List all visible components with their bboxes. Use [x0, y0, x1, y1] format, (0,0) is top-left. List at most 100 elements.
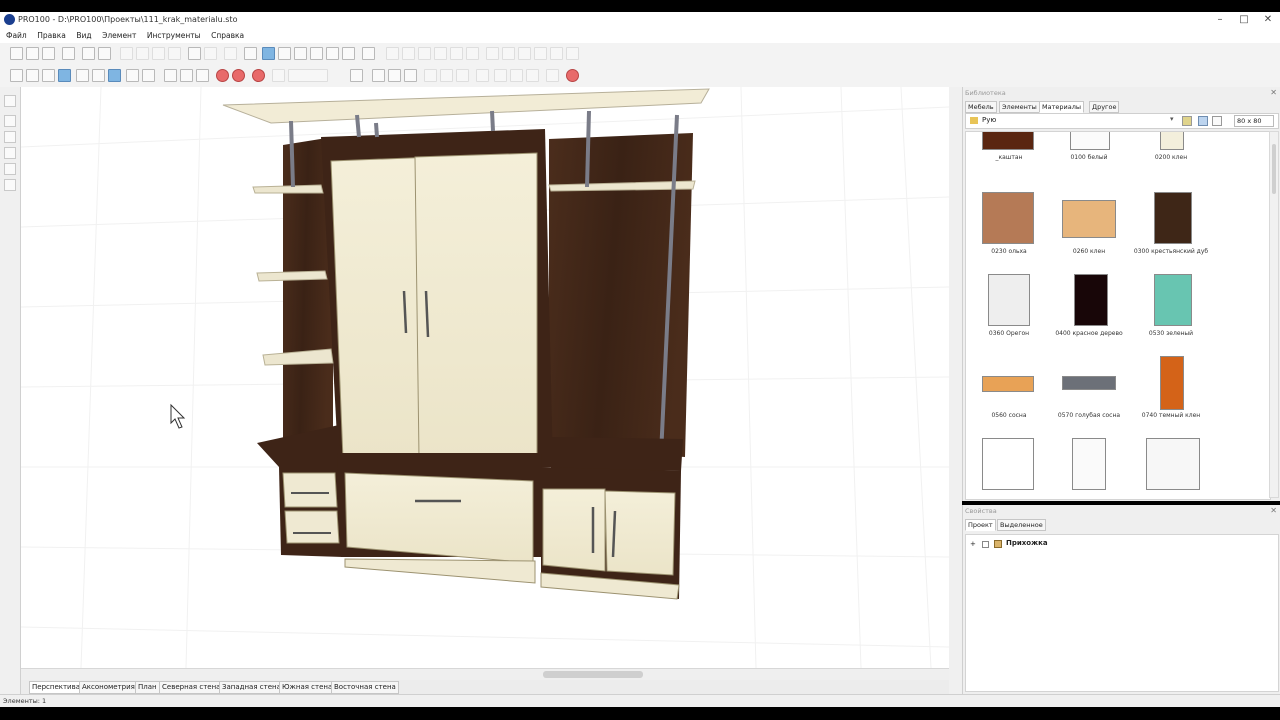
material-swatch[interactable] — [1070, 132, 1110, 150]
material-swatch[interactable] — [1072, 438, 1106, 490]
perspective-icon[interactable] — [262, 47, 275, 60]
select-tool-icon[interactable] — [4, 95, 16, 107]
redo-icon[interactable] — [204, 47, 217, 60]
wall-view-icon[interactable] — [294, 47, 307, 60]
material-swatch[interactable] — [1154, 192, 1192, 244]
align-left-icon[interactable] — [386, 47, 399, 60]
distribute-h-icon[interactable] — [486, 47, 499, 60]
material-swatch[interactable] — [1160, 356, 1184, 410]
materials-vertical-scrollbar[interactable] — [1269, 131, 1279, 498]
folder-up-icon[interactable] — [1182, 116, 1192, 126]
tab-axonometry[interactable]: Аксонометрия — [79, 681, 138, 694]
render-mode-4-icon[interactable] — [58, 69, 71, 82]
tree-item-label[interactable]: Прихожка — [1006, 539, 1048, 547]
rotate-tool-icon[interactable] — [404, 69, 417, 82]
tab-perspective[interactable]: Перспектива — [29, 681, 84, 694]
minimize-button[interactable]: – — [1212, 14, 1228, 26]
print-preview-icon[interactable] — [98, 47, 111, 60]
tool-4-icon[interactable] — [476, 69, 489, 82]
split-tool-icon[interactable] — [4, 147, 16, 159]
material-swatch[interactable] — [1062, 376, 1116, 390]
close-icon[interactable]: ✕ — [1270, 88, 1277, 97]
maximize-button[interactable]: □ — [1236, 14, 1252, 26]
align-middle-icon[interactable] — [450, 47, 463, 60]
material-swatch[interactable] — [988, 274, 1030, 326]
new-file-icon[interactable] — [10, 47, 23, 60]
align-center-icon[interactable] — [402, 47, 415, 60]
folder-selector[interactable]: Рую ▾ 80 x 80 — [965, 113, 1279, 129]
render-mode-1-icon[interactable] — [10, 69, 23, 82]
tab-north-wall[interactable]: Северная стена — [159, 681, 224, 694]
tab-elements[interactable]: Элементы — [999, 101, 1040, 113]
link-tool-icon[interactable] — [4, 115, 16, 127]
size-dropdown[interactable]: 80 x 80 — [1234, 115, 1274, 127]
checkbox[interactable] — [982, 541, 989, 548]
scroll-thumb[interactable] — [543, 671, 643, 678]
tab-materials[interactable]: Материалы — [1039, 101, 1084, 113]
tool-1-icon[interactable] — [424, 69, 437, 82]
material-swatch[interactable] — [1160, 132, 1184, 150]
brick-wall-icon[interactable] — [196, 69, 209, 82]
tool-2-icon[interactable] — [440, 69, 453, 82]
list-view-icon[interactable] — [1212, 116, 1222, 126]
panel-splitter[interactable] — [949, 87, 962, 694]
cut-icon[interactable] — [120, 47, 133, 60]
menu-file[interactable]: Файл — [6, 29, 27, 43]
camera-icon[interactable] — [278, 47, 291, 60]
magnet-icon[interactable] — [216, 69, 229, 82]
copy-icon[interactable] — [136, 47, 149, 60]
edges-icon[interactable] — [126, 69, 139, 82]
paste-icon[interactable] — [152, 47, 165, 60]
tool-5-icon[interactable] — [494, 69, 507, 82]
material-swatch[interactable] — [1154, 274, 1192, 326]
material-swatch[interactable] — [982, 438, 1034, 490]
view-mode-icon[interactable] — [244, 47, 257, 60]
material-swatch[interactable] — [982, 376, 1034, 392]
export-icon[interactable] — [62, 47, 75, 60]
tool-7-icon[interactable] — [526, 69, 539, 82]
texture-icon[interactable] — [92, 69, 105, 82]
tab-east-wall[interactable]: Восточная стена — [331, 681, 399, 694]
tab-other[interactable]: Другое — [1089, 101, 1120, 113]
menu-edit[interactable]: Правка — [37, 29, 66, 43]
save-icon[interactable] — [42, 47, 55, 60]
snap-icon[interactable] — [232, 69, 245, 82]
move-icon[interactable] — [388, 69, 401, 82]
scroll-thumb[interactable] — [1272, 144, 1276, 194]
properties-icon[interactable] — [224, 47, 237, 60]
tool-6-icon[interactable] — [510, 69, 523, 82]
move-up-icon[interactable] — [372, 69, 385, 82]
material-swatch[interactable] — [1074, 274, 1108, 326]
tab-furniture[interactable]: Мебель — [965, 101, 997, 113]
mirror-icon[interactable] — [550, 47, 563, 60]
dimension-icon[interactable] — [164, 69, 177, 82]
select-all-icon[interactable] — [350, 69, 363, 82]
zoom-tool-icon[interactable] — [4, 179, 16, 191]
rotate-icon[interactable] — [566, 47, 579, 60]
wall-view-3-icon[interactable] — [326, 47, 339, 60]
stop-icon[interactable] — [252, 69, 265, 82]
zoom-icon[interactable] — [272, 69, 285, 82]
close-icon[interactable]: ✕ — [1270, 506, 1277, 515]
close-button[interactable]: ✕ — [1260, 14, 1276, 26]
tab-south-wall[interactable]: Южная стена — [279, 681, 336, 694]
open-folder-icon[interactable] — [26, 47, 39, 60]
light-bulb-icon[interactable] — [142, 69, 155, 82]
group-icon[interactable] — [518, 47, 531, 60]
3d-viewport[interactable] — [21, 87, 949, 668]
large-icons-icon[interactable] — [1198, 116, 1208, 126]
menu-element[interactable]: Элемент — [102, 29, 136, 43]
expand-icon[interactable]: + — [970, 540, 976, 548]
wall-view-4-icon[interactable] — [342, 47, 355, 60]
align-top-icon[interactable] — [434, 47, 447, 60]
cancel-icon[interactable] — [566, 69, 579, 82]
render-mode-2-icon[interactable] — [26, 69, 39, 82]
ungroup-icon[interactable] — [534, 47, 547, 60]
menu-view[interactable]: Вид — [76, 29, 91, 43]
menu-help[interactable]: Справка — [211, 29, 244, 43]
tab-project[interactable]: Проект — [965, 519, 996, 531]
print-icon[interactable] — [82, 47, 95, 60]
align-bottom-icon[interactable] — [466, 47, 479, 60]
shading-icon[interactable] — [76, 69, 89, 82]
menu-tools[interactable]: Инструменты — [147, 29, 201, 43]
